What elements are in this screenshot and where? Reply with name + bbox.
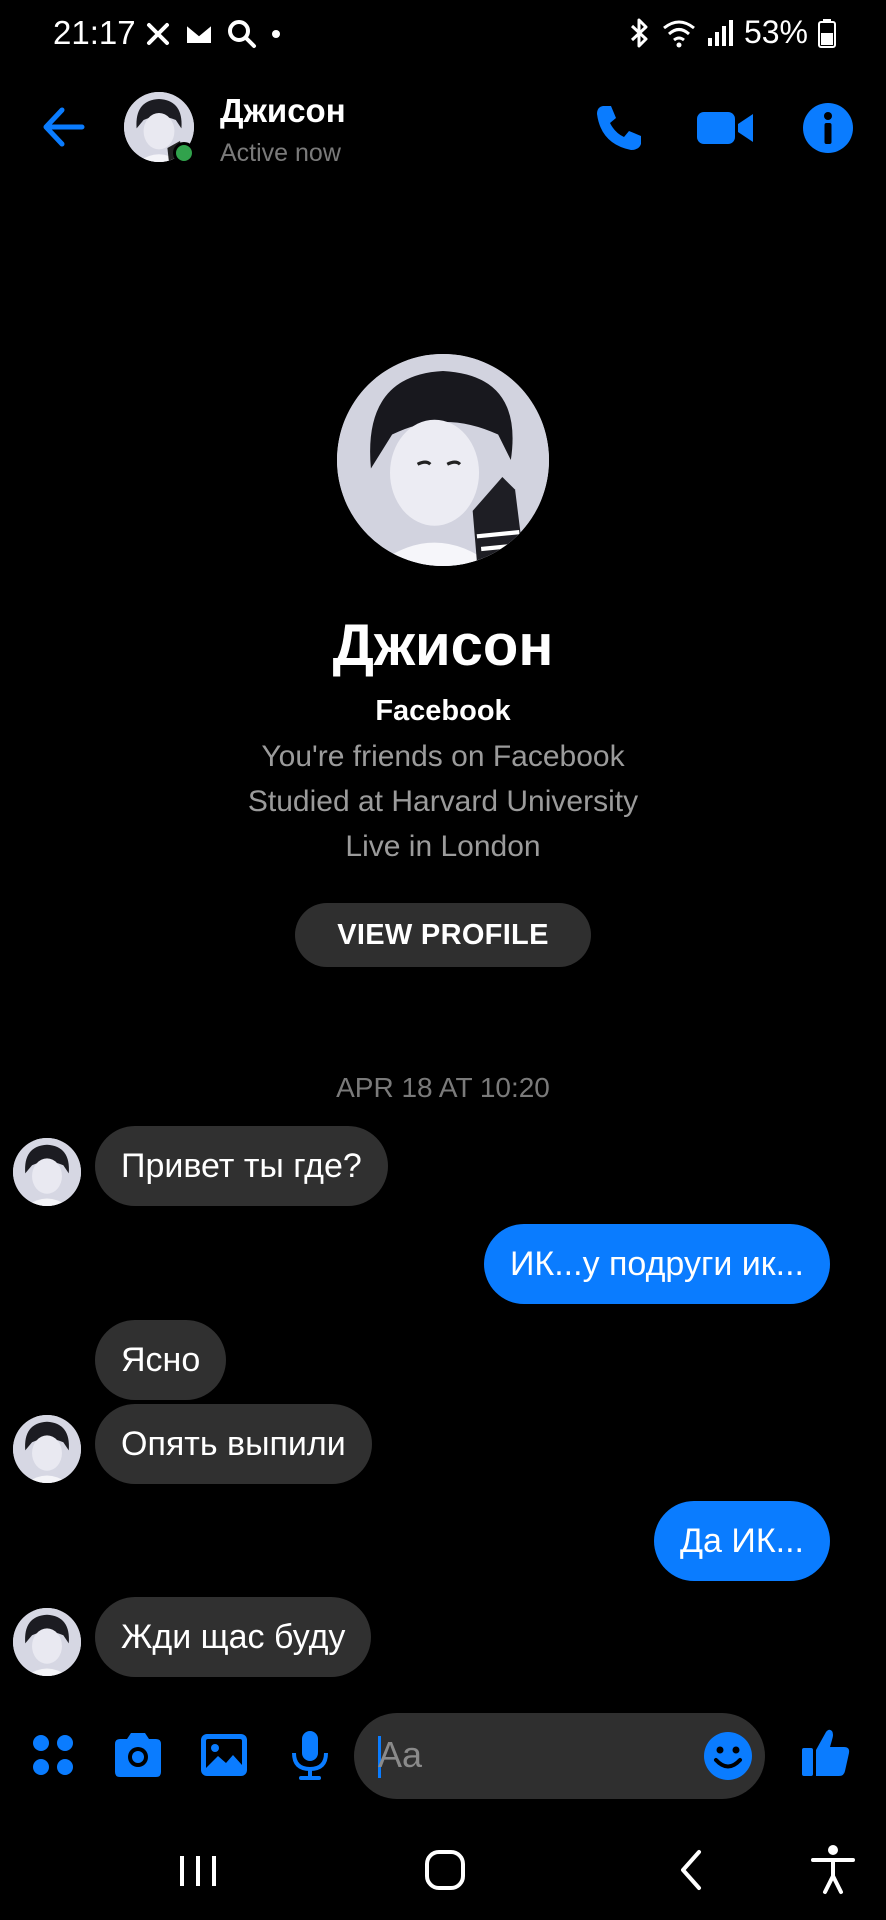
- emoji-button[interactable]: [701, 1729, 755, 1783]
- search-icon: [228, 20, 256, 48]
- message-avatar[interactable]: [13, 1608, 81, 1676]
- camera-icon: [115, 1733, 161, 1777]
- view-profile-button[interactable]: VIEW PROFILE: [295, 903, 591, 967]
- recents-icon: [180, 1856, 216, 1886]
- gallery-icon: [201, 1734, 247, 1776]
- avatar-image: [13, 1415, 81, 1483]
- camera-button[interactable]: [111, 1728, 165, 1782]
- emoji-icon: [704, 1732, 752, 1780]
- back-button[interactable]: [38, 100, 92, 154]
- gallery-button[interactable]: [197, 1728, 251, 1782]
- back-arrow-icon: [43, 107, 85, 147]
- info-icon: [803, 103, 853, 153]
- thumbs-up-icon: [802, 1729, 850, 1776]
- microphone-icon: [292, 1731, 328, 1780]
- voice-button[interactable]: [283, 1728, 337, 1782]
- profile-source: Facebook: [375, 695, 511, 727]
- accessibility-button[interactable]: [803, 1840, 863, 1900]
- profile-info-education: Studied at Harvard University: [247, 785, 639, 818]
- battery-icon: [818, 18, 836, 48]
- status-notification-icons: [145, 16, 281, 52]
- info-button[interactable]: [800, 100, 856, 156]
- contact-name[interactable]: Джисон: [220, 92, 346, 130]
- battery-percent: 53%: [743, 14, 808, 50]
- message-avatar[interactable]: [13, 1415, 81, 1483]
- message-input-placeholder: Aa: [378, 1734, 423, 1775]
- status-time: 21:17: [53, 14, 136, 51]
- conversation-timestamp: APR 18 AT 10:20: [336, 1072, 550, 1103]
- tools-icon: [147, 23, 169, 45]
- video-call-button[interactable]: [695, 100, 757, 156]
- profile-picture[interactable]: [337, 354, 549, 566]
- apps-grid-icon: [33, 1735, 73, 1775]
- message-bubble-incoming[interactable]: Опять выпили: [95, 1404, 372, 1484]
- video-camera-icon: [697, 112, 753, 144]
- home-icon: [425, 1850, 465, 1890]
- message-bubble-outgoing[interactable]: ИК...у подруги ик...: [483, 1224, 830, 1304]
- like-button[interactable]: [798, 1726, 852, 1780]
- profile-image: [337, 354, 549, 566]
- call-button[interactable]: [591, 100, 647, 156]
- bluetooth-icon: [630, 18, 648, 47]
- message-bubble-outgoing[interactable]: Да ИК...: [654, 1501, 830, 1581]
- dot-icon: [272, 30, 280, 38]
- profile-info-friends: You're friends on Facebook: [261, 740, 625, 773]
- wifi-icon: [663, 20, 695, 47]
- apps-button[interactable]: [26, 1728, 80, 1782]
- system-back-button[interactable]: [663, 1840, 723, 1900]
- message-bubble-incoming[interactable]: Жди щас буду: [95, 1597, 372, 1677]
- signal-icon: [707, 19, 733, 46]
- avatar-image: [13, 1608, 81, 1676]
- profile-info-location: Live in London: [345, 830, 541, 863]
- recents-button[interactable]: [168, 1840, 228, 1900]
- gmail-icon: [186, 24, 212, 43]
- avatar-image: [13, 1138, 81, 1206]
- message-bubble-incoming[interactable]: Привет ты где?: [95, 1126, 388, 1206]
- back-icon: [681, 1850, 701, 1890]
- accessibility-icon: [811, 1845, 855, 1894]
- message-bubble-incoming[interactable]: Ясно: [95, 1320, 227, 1400]
- message-avatar[interactable]: [13, 1138, 81, 1206]
- profile-name: Джисон: [332, 613, 554, 678]
- phone-icon: [597, 106, 641, 150]
- home-button[interactable]: [415, 1840, 475, 1900]
- online-indicator: [173, 142, 195, 164]
- status-right: 53%: [626, 14, 836, 51]
- contact-status: Active now: [220, 139, 341, 167]
